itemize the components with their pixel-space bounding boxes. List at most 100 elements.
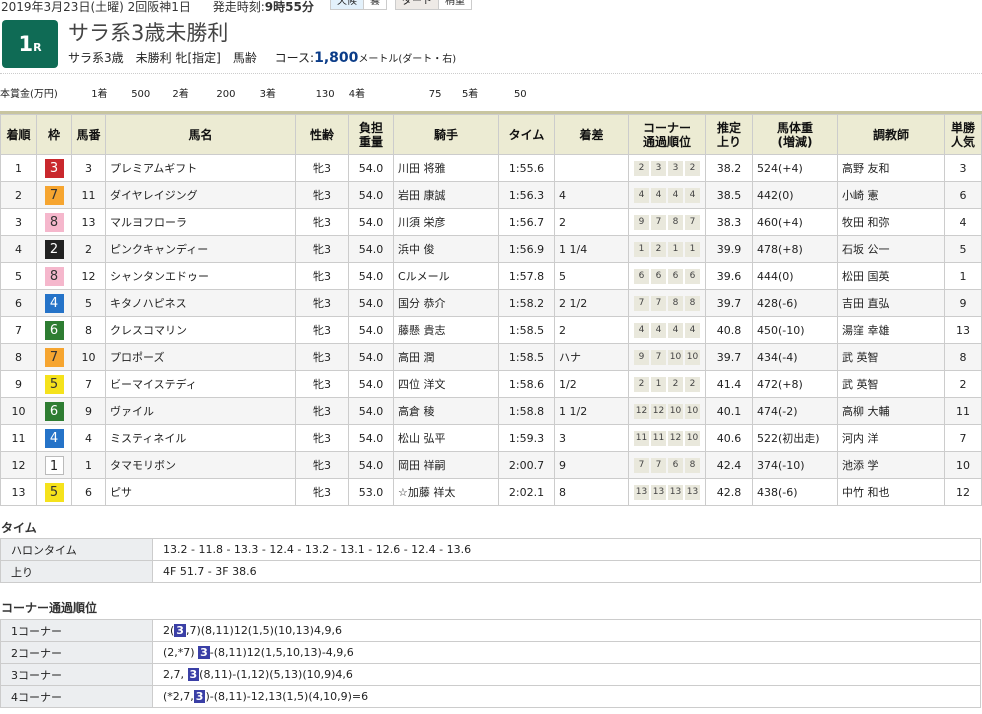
margin: 2 <box>554 208 629 236</box>
passing-position: 7 <box>651 350 666 365</box>
finish-position: 11 <box>0 424 37 452</box>
race-date: 2019年3月23日(土曜) 2回阪神1日 <box>1 0 191 14</box>
jockey-link[interactable]: 岩田 康誠 <box>393 181 499 209</box>
passing-position: 9 <box>634 215 649 230</box>
carried-weight: 54.0 <box>348 208 394 236</box>
passing-position: 13 <box>668 485 683 500</box>
finish-position: 10 <box>0 397 37 425</box>
jockey-link[interactable]: ☆加藤 祥太 <box>393 478 499 506</box>
trainer-link[interactable]: 河内 洋 <box>837 424 945 452</box>
passing-position: 7 <box>651 215 666 230</box>
trainer-link[interactable]: 小崎 憲 <box>837 181 945 209</box>
horse-name-link[interactable]: シャンタンエドゥー <box>105 262 296 290</box>
horse-name-link[interactable]: キタノハピネス <box>105 289 296 317</box>
carried-weight: 54.0 <box>348 154 394 182</box>
horse-name-link[interactable]: ピサ <box>105 478 296 506</box>
passing-order: 2332 <box>634 161 700 176</box>
jockey-link[interactable]: 高田 潤 <box>393 343 499 371</box>
corner-label: 3コーナー <box>0 663 153 686</box>
passing-position: 10 <box>685 431 700 446</box>
row-label: ハロンタイム <box>0 538 153 561</box>
prize-amount: 50 <box>513 89 527 100</box>
horse-name-link[interactable]: タマモリボン <box>105 451 296 479</box>
jockey-link[interactable]: 藤懸 貴志 <box>393 316 499 344</box>
jockey-link[interactable]: Cルメール <box>393 262 499 290</box>
horse-name-link[interactable]: クレスコマリン <box>105 316 296 344</box>
trainer-link[interactable]: 松田 国英 <box>837 262 945 290</box>
passing-position: 6 <box>634 269 649 284</box>
horse-name-link[interactable]: ビーマイステディ <box>105 370 296 398</box>
waku-badge: 5 <box>44 374 64 394</box>
horse-name-link[interactable]: ダイヤレイジング <box>105 181 296 209</box>
jockey-link[interactable]: 高倉 稜 <box>393 397 499 425</box>
horse-name-link[interactable]: ピンクキャンディー <box>105 235 296 263</box>
trainer-link[interactable]: 高柳 大輔 <box>837 397 945 425</box>
margin: 2 <box>554 316 629 344</box>
trainer-link[interactable]: 中竹 和也 <box>837 478 945 506</box>
trainer-link[interactable]: 高野 友和 <box>837 154 945 182</box>
corner-passing: 7788 <box>628 289 706 317</box>
body-weight: 438(-6) <box>752 478 838 506</box>
corner-row: 3コーナー 2,7, 3 (8,11)-(1,12)(5,13)(10,9)4,6 <box>0 663 981 686</box>
trainer-link[interactable]: 武 英智 <box>837 370 945 398</box>
corner-order: 2(3,7)(8,11)12(1,5)(10,13)4,9,6 <box>152 619 981 642</box>
result-row: 3 8 13 マルヨフローラ 牝3 54.0 川須 栄彦 1:56.7 2 9 7 8 7 38.3 460… <box>0 208 982 236</box>
track-label: ダート <box>395 0 439 10</box>
passing-position: 10 <box>668 404 683 419</box>
horse-name-link[interactable]: プロポーズ <box>105 343 296 371</box>
order-before: (*2,7, <box>163 690 194 703</box>
passing-order: 7768 <box>634 458 700 473</box>
popularity: 12 <box>944 478 982 506</box>
carried-weight: 54.0 <box>348 316 394 344</box>
jockey-link[interactable]: 川須 栄彦 <box>393 208 499 236</box>
horse-name-link[interactable]: プレミアムギフト <box>105 154 296 182</box>
finish-position: 6 <box>0 289 37 317</box>
jockey-link[interactable]: 岡田 祥嗣 <box>393 451 499 479</box>
column-header: 調教師 <box>837 114 945 155</box>
last-3f: 38.2 <box>705 154 753 182</box>
jockey-link[interactable]: 川田 将雅 <box>393 154 499 182</box>
column-header: 性齢 <box>295 114 349 155</box>
jockey-link[interactable]: 四位 洋文 <box>393 370 499 398</box>
passing-position: 6 <box>651 269 666 284</box>
prize-place: 4着 <box>348 89 366 100</box>
trainer-link[interactable]: 石坂 公一 <box>837 235 945 263</box>
jockey-link[interactable]: 国分 恭介 <box>393 289 499 317</box>
passing-position: 9 <box>634 350 649 365</box>
passing-order: 4444 <box>634 188 700 203</box>
passing-order: 12 12 10 10 <box>634 404 700 419</box>
sex-age: 牝3 <box>295 154 349 182</box>
passing-position: 7 <box>634 296 649 311</box>
corner-passing: 11 11 12 10 <box>628 424 706 452</box>
popularity: 13 <box>944 316 982 344</box>
weather-value: 曇 <box>364 0 387 10</box>
finish-time: 1:59.3 <box>498 424 555 452</box>
horse-name-link[interactable]: ヴァイル <box>105 397 296 425</box>
body-weight: 444(0) <box>752 262 838 290</box>
passing-position: 1 <box>685 242 700 257</box>
sex-age: 牝3 <box>295 478 349 506</box>
horse-name-link[interactable]: マルヨフローラ <box>105 208 296 236</box>
race-number-badge: 1R <box>2 20 58 68</box>
body-weight: 434(-4) <box>752 343 838 371</box>
trainer-link[interactable]: 牧田 和弥 <box>837 208 945 236</box>
trainer-link[interactable]: 池添 学 <box>837 451 945 479</box>
sex-age: 牝3 <box>295 424 349 452</box>
weather-badge: 天候曇 <box>330 0 387 10</box>
waku-badge: 4 <box>44 293 64 313</box>
jockey-link[interactable]: 松山 弘平 <box>393 424 499 452</box>
passing-position: 11 <box>651 431 666 446</box>
popularity: 6 <box>944 181 982 209</box>
horse-number: 5 <box>71 289 106 317</box>
corner-passing: 1211 <box>628 235 706 263</box>
trainer-link[interactable]: 湯窪 幸雄 <box>837 316 945 344</box>
trainer-link[interactable]: 武 英智 <box>837 343 945 371</box>
corner-passing: 9787 <box>628 208 706 236</box>
finish-time: 1:56.3 <box>498 181 555 209</box>
jockey-link[interactable]: 浜中 俊 <box>393 235 499 263</box>
corner-label: 2コーナー <box>0 641 153 664</box>
trainer-link[interactable]: 吉田 直弘 <box>837 289 945 317</box>
row-label: 上り <box>0 560 153 583</box>
horse-number: 11 <box>71 181 106 209</box>
horse-name-link[interactable]: ミスティネイル <box>105 424 296 452</box>
